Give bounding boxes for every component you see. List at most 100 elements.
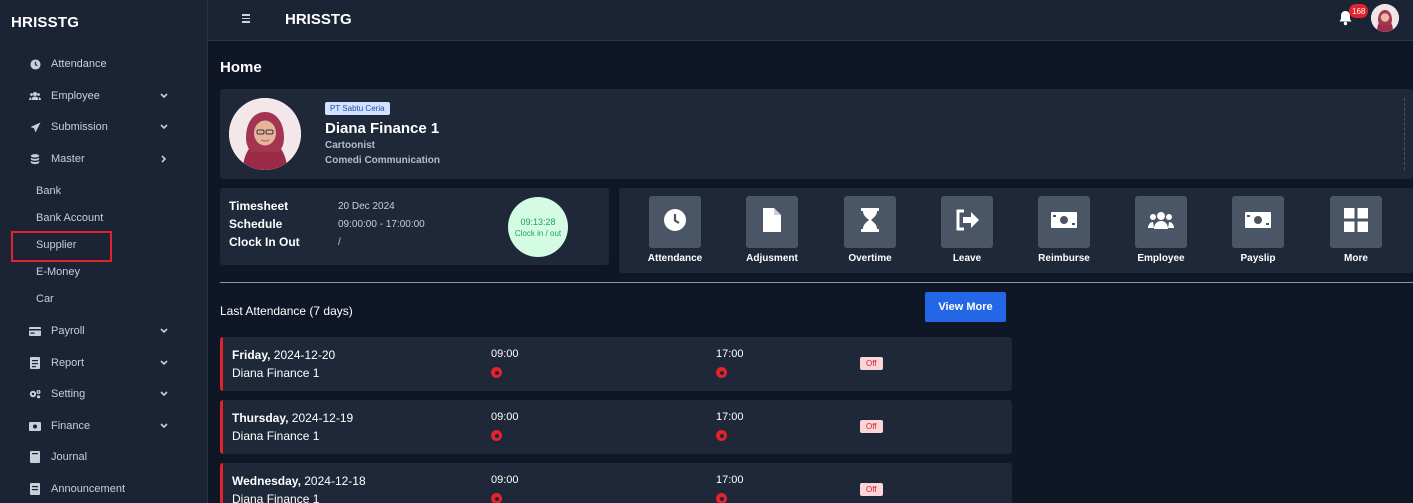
status-dot-icon <box>491 493 502 503</box>
sidebar-sub-car[interactable]: Car <box>36 293 54 305</box>
sidebar-item-label: Submission <box>51 121 108 133</box>
announcement-icon <box>29 483 41 495</box>
profile-avatar <box>229 98 301 170</box>
sidebar-sub-bank[interactable]: Bank <box>36 185 61 197</box>
timesheet-card: Timesheet Schedule Clock In Out 20 Dec 2… <box>220 188 609 265</box>
quick-payslip-button[interactable]: Payslip <box>1223 196 1293 264</box>
clock-icon <box>663 208 687 237</box>
quick-actions: Attendance Adjusment Overtime Leave Reim… <box>619 188 1413 273</box>
sidebar-item-label: Finance <box>51 420 91 432</box>
section-divider <box>220 282 1413 283</box>
sidebar-item-label: Payroll <box>51 325 85 337</box>
sidebar-item-label: Announcement <box>51 483 125 495</box>
divider <box>1404 98 1405 170</box>
clock-out-time: 17:00 <box>716 411 744 423</box>
profile-card: PT Sabtu Ceria Diana Finance 1 Cartoonis… <box>220 89 1413 179</box>
notification-badge: 168 <box>1349 4 1369 18</box>
view-more-button[interactable]: View More <box>925 292 1006 322</box>
quick-label: Payslip <box>1240 253 1276 264</box>
paper-plane-icon <box>29 121 41 133</box>
status-dot-icon <box>716 430 727 441</box>
sidebar-item-label: Setting <box>51 388 86 400</box>
attendance-employee: Diana Finance 1 <box>232 366 320 380</box>
status-dot-icon <box>491 367 502 378</box>
menu-toggle-icon[interactable] <box>242 12 252 24</box>
last-attendance-title: Last Attendance (7 days) <box>220 304 353 318</box>
clock-label: Clock in / out <box>514 228 562 238</box>
schedule-value: 09:00:00 - 17:00:00 <box>338 219 425 230</box>
profile-organization: Comedi Communication <box>325 155 441 166</box>
attendance-row[interactable]: Wednesday, 2024-12-18 Diana Finance 1 09… <box>220 463 1012 503</box>
hourglass-icon <box>861 207 879 237</box>
clock-out-time: 17:00 <box>716 474 744 486</box>
sidebar-item-finance[interactable]: Finance <box>0 413 208 439</box>
quick-overtime-button[interactable]: Overtime <box>835 196 905 264</box>
attendance-employee: Diana Finance 1 <box>232 429 320 443</box>
status-dot-icon <box>716 367 727 378</box>
clock-in-time: 09:00 <box>491 348 519 360</box>
users-icon <box>1148 211 1174 234</box>
clock-in-out-label: Clock In Out <box>229 235 300 249</box>
sidebar-item-label: Attendance <box>51 58 107 70</box>
clock-out-time: 17:00 <box>716 348 744 360</box>
sidebar-item-setting[interactable]: Setting <box>0 381 208 407</box>
quick-label: More <box>1344 253 1368 264</box>
quick-label: Reimburse <box>1038 253 1090 264</box>
clock-in-time: 09:00 <box>491 474 519 486</box>
chevron-down-icon <box>159 326 169 336</box>
chevron-down-icon <box>159 421 169 431</box>
quick-label: Leave <box>952 253 982 264</box>
clock-time: 09:13:28 <box>520 216 556 227</box>
highlight-box <box>11 231 112 262</box>
quick-adjusment-button[interactable]: Adjusment <box>737 196 807 264</box>
app-title: HRISSTG <box>285 11 352 28</box>
sidebar: HRISSTG Attendance Employee Submission M… <box>0 0 208 503</box>
sidebar-sub-e-money[interactable]: E-Money <box>36 266 80 278</box>
chevron-down-icon <box>159 358 169 368</box>
quick-reimburse-button[interactable]: Reimburse <box>1029 196 1099 264</box>
status-badge: Off <box>860 483 883 496</box>
sidebar-item-label: Master <box>51 153 85 165</box>
status-badge: Off <box>860 357 883 370</box>
attendance-date: Wednesday, 2024-12-18 <box>232 474 366 488</box>
quick-label: Overtime <box>848 253 892 264</box>
clock-icon <box>29 58 41 70</box>
avatar[interactable] <box>1371 4 1399 32</box>
profile-role: Cartoonist <box>325 140 375 151</box>
attendance-row[interactable]: Friday, 2024-12-20 Diana Finance 1 09:00… <box>220 337 1012 391</box>
sidebar-item-master[interactable]: Master <box>0 146 208 172</box>
sidebar-item-announcement[interactable]: Announcement <box>0 476 208 502</box>
quick-label: Attendance <box>647 253 703 264</box>
timesheet-date: 20 Dec 2024 <box>338 201 395 212</box>
quick-attendance-button[interactable]: Attendance <box>640 196 710 264</box>
chevron-down-icon <box>159 122 169 132</box>
card-icon <box>29 325 41 337</box>
clock-in-out-button[interactable]: 09:13:28 Clock in / out <box>508 197 568 257</box>
brand-logo[interactable]: HRISSTG <box>11 14 79 31</box>
grid-icon <box>1344 207 1368 237</box>
money-icon <box>29 420 41 432</box>
sidebar-item-label: Report <box>51 357 85 369</box>
report-icon <box>29 357 41 369</box>
users-icon <box>29 90 41 102</box>
quick-employee-button[interactable]: Employee <box>1126 196 1196 264</box>
chevron-right-icon <box>159 154 169 164</box>
quick-label: Employee <box>1137 253 1185 264</box>
profile-name: Diana Finance 1 <box>325 120 440 137</box>
quick-leave-button[interactable]: Leave <box>932 196 1002 264</box>
sidebar-item-payroll[interactable]: Payroll <box>0 318 208 344</box>
sidebar-item-attendance[interactable]: Attendance <box>0 51 208 77</box>
sidebar-item-employee[interactable]: Employee <box>0 83 208 109</box>
sidebar-item-submission[interactable]: Submission <box>0 114 208 140</box>
sidebar-sub-bank-account[interactable]: Bank Account <box>36 212 103 224</box>
chevron-down-icon <box>159 389 169 399</box>
attendance-employee: Diana Finance 1 <box>232 492 320 503</box>
schedule-label: Schedule <box>229 217 283 231</box>
gears-icon <box>29 388 41 400</box>
sidebar-item-journal[interactable]: Journal <box>0 444 208 470</box>
file-icon <box>763 207 781 237</box>
attendance-row[interactable]: Thursday, 2024-12-19 Diana Finance 1 09:… <box>220 400 1012 454</box>
quick-more-button[interactable]: More <box>1321 196 1391 264</box>
sidebar-item-report[interactable]: Report <box>0 350 208 376</box>
status-badge: Off <box>860 420 883 433</box>
